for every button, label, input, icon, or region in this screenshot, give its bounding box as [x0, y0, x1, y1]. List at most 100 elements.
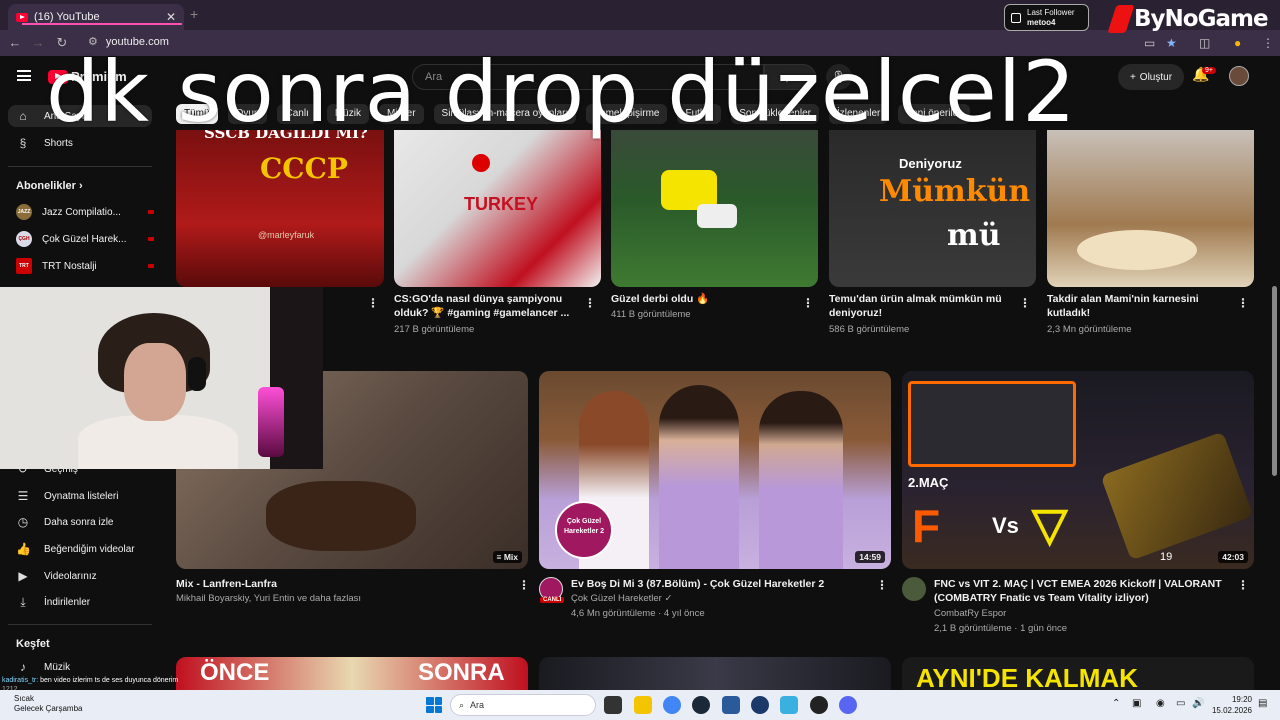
tab-title: (16) YouTube [34, 11, 100, 23]
video-options-icon[interactable]: ⋮ [876, 578, 888, 592]
create-label: Oluştur [1139, 71, 1173, 83]
thumbnail-caption: Deniyoruz [899, 156, 962, 171]
video-title[interactable]: CS:GO'da nasıl dünya şampiyonu olduk? 🏆 … [394, 292, 578, 320]
sidebar-item-liked[interactable]: 👍 Beğendiğim videolar [8, 538, 152, 560]
video-title-line: kutladık! [1047, 307, 1091, 319]
bynogame-mark-icon [1107, 5, 1135, 33]
page-scrollbar[interactable] [1270, 96, 1278, 690]
video-thumbnail[interactable] [1047, 130, 1254, 287]
video-thumbnail[interactable]: Deniyoruz Mümkün mü [829, 130, 1036, 287]
clock-time: 19:20 [1231, 695, 1252, 704]
sidebar-item-playlists[interactable]: ☰ Oynatma listeleri [8, 485, 152, 507]
video-options-icon[interactable]: ⋮ [802, 296, 814, 310]
video-thumbnail[interactable]: Çok Güzel Hareketler 2 14:59 [539, 371, 891, 569]
clock-date: 15.02.2026 [1211, 706, 1252, 715]
video-thumbnail[interactable]: 2.MAÇ F Vs ▽ 19 42:03 [902, 371, 1254, 569]
channel-avatar[interactable] [902, 577, 926, 601]
video-title-line: olduk? 🏆 #gaming #gamelancer ... [394, 307, 570, 319]
video-thumbnail[interactable] [611, 130, 818, 287]
live-indicator-icon [148, 264, 154, 268]
video-title[interactable]: Takdir alan Mami'nin karnesini kutladık! [1047, 292, 1231, 320]
app-icon[interactable] [722, 696, 740, 714]
sidebar-item-your-videos[interactable]: ▶ Videolarınız [8, 565, 152, 587]
notification-center-icon[interactable]: ▤ [1258, 698, 1267, 709]
video-channel[interactable]: Mikhail Boyarskiy, Yuri Entin ve daha fa… [176, 592, 361, 606]
video-thumbnail[interactable]: SSCB DAĞILDI MI? CCCP @marleyfaruk [176, 130, 384, 287]
sidebar-item-music[interactable]: ♪ Müzik [8, 656, 152, 678]
follower-icon [1011, 12, 1021, 23]
live-indicator-icon [148, 237, 154, 241]
discord-icon[interactable] [839, 696, 857, 714]
tray-app-icon[interactable]: ▣ [1132, 698, 1141, 709]
volume-icon[interactable]: 🔊 [1192, 698, 1204, 709]
sidebar-subscription-cgh[interactable]: ÇGH Çok Güzel Harek... [16, 229, 154, 249]
sponsor-logo: ByNoGame [1107, 2, 1280, 36]
back-arrow-icon[interactable]: ← [3, 35, 27, 50]
headset-icon [188, 357, 206, 391]
scrollbar-thumb[interactable] [1272, 286, 1277, 476]
extensions-icon[interactable]: ◫ [1199, 36, 1210, 50]
video-options-icon[interactable]: ⋮ [1237, 578, 1249, 592]
video-title[interactable]: Güzel derbi oldu 🔥 [611, 292, 795, 306]
steam-client-icon[interactable] [751, 696, 769, 714]
close-tab-icon[interactable]: ✕ [166, 10, 176, 24]
facecam-inset [908, 381, 1076, 467]
sidebar-item-downloads[interactable]: ⤓ İndirilenler [8, 591, 152, 613]
profile-icon[interactable]: ● [1234, 36, 1241, 50]
video-options-icon[interactable]: ⋮ [1019, 296, 1031, 310]
video-title[interactable]: Mix - Lanfren-Lanfra [176, 577, 277, 591]
video-title[interactable]: Temu'dan ürün almak mümkün mü deniyoruz! [829, 292, 1013, 320]
video-title[interactable]: Ev Boş Di Mi 3 (87.Bölüm) - Çok Güzel Ha… [571, 577, 824, 591]
notepad-icon[interactable] [780, 696, 798, 714]
match-label: 2.MAÇ [908, 475, 949, 490]
show-logo-text: Çok Güzel Hareketler 2 [563, 518, 605, 535]
video-channel[interactable]: Çok Güzel Hareketler ✓ [571, 592, 672, 606]
screen: (16) YouTube ✕ + ← → ↻ ⚙ youtube.com ▭ ★… [0, 0, 1280, 720]
taskbar-clock[interactable]: 19:20 15.02.2026 [1208, 694, 1252, 716]
person-middle [659, 385, 739, 569]
video-icon: ▶ [18, 569, 28, 583]
home-icon: ⌂ [19, 109, 27, 123]
obs-icon[interactable] [810, 696, 828, 714]
follower-title: Last Follower [1027, 7, 1075, 17]
sidebar-subscription-trt[interactable]: TRT TRT Nostalji [16, 256, 154, 276]
video-duration: 42:03 [1218, 551, 1248, 563]
turkish-flag-badge [472, 154, 490, 172]
cast-icon[interactable]: ▭ [1144, 36, 1155, 50]
windows-taskbar: Sıcak Gelecek Çarşamba ⌕ Ara ⌃ ▣ ◉ ▭ 🔊 1… [0, 690, 1280, 720]
thumbnail-watermark: @marleyfaruk [258, 230, 315, 240]
bookmark-star-icon[interactable]: ★ [1166, 36, 1177, 50]
video-title-line: (COMBATRY Fnatic vs Team Vitality izliyo… [934, 592, 1149, 604]
video-options-icon[interactable]: ⋮ [584, 296, 596, 310]
browser-tab-youtube[interactable]: (16) YouTube ✕ [8, 4, 184, 30]
chrome-icon[interactable] [663, 696, 681, 714]
new-tab-button[interactable]: + [190, 6, 198, 22]
subscription-name: TRT Nostalji [42, 260, 97, 272]
tray-chevron-icon[interactable]: ⌃ [1112, 698, 1120, 709]
video-views: 2,3 Mn görüntüleme [1047, 324, 1132, 335]
windows-start-icon[interactable] [426, 697, 442, 713]
tray-icon[interactable]: ◉ [1156, 698, 1165, 709]
account-avatar[interactable] [1229, 66, 1249, 86]
video-title[interactable]: FNC vs VIT 2. MAÇ | VCT EMEA 2026 Kickof… [934, 577, 1234, 605]
video-options-icon[interactable]: ⋮ [518, 578, 530, 592]
sidebar-item-label: Beğendiğim videolar [44, 543, 135, 555]
hamburger-menu-icon[interactable] [17, 70, 31, 81]
steam-icon[interactable] [692, 696, 710, 714]
video-channel[interactable]: CombatRy Espor [934, 607, 1006, 621]
sidebar-item-watch-later[interactable]: ◷ Daha sonra izle [8, 511, 152, 533]
network-icon[interactable]: ▭ [1176, 698, 1185, 709]
browser-menu-icon[interactable]: ⋮ [1262, 36, 1274, 50]
weather-widget[interactable]: Sıcak Gelecek Çarşamba [14, 694, 82, 714]
subscriptions-heading[interactable]: Abonelikler › [16, 180, 83, 192]
video-options-icon[interactable]: ⋮ [1237, 296, 1249, 310]
file-explorer-icon[interactable] [634, 696, 652, 714]
streamer-face [124, 343, 186, 421]
taskbar-search[interactable]: ⌕ Ara [450, 694, 596, 716]
video-options-icon[interactable]: ⋮ [367, 296, 379, 310]
video-thumbnail[interactable]: TURKEY [394, 130, 601, 287]
sidebar-subscription-jazz[interactable]: JAZZ Jazz Compilatio... [16, 202, 154, 222]
create-button[interactable]: + Oluştur [1118, 64, 1184, 90]
playlist-icon: ☰ [17, 489, 29, 503]
task-view-icon[interactable] [604, 696, 622, 714]
